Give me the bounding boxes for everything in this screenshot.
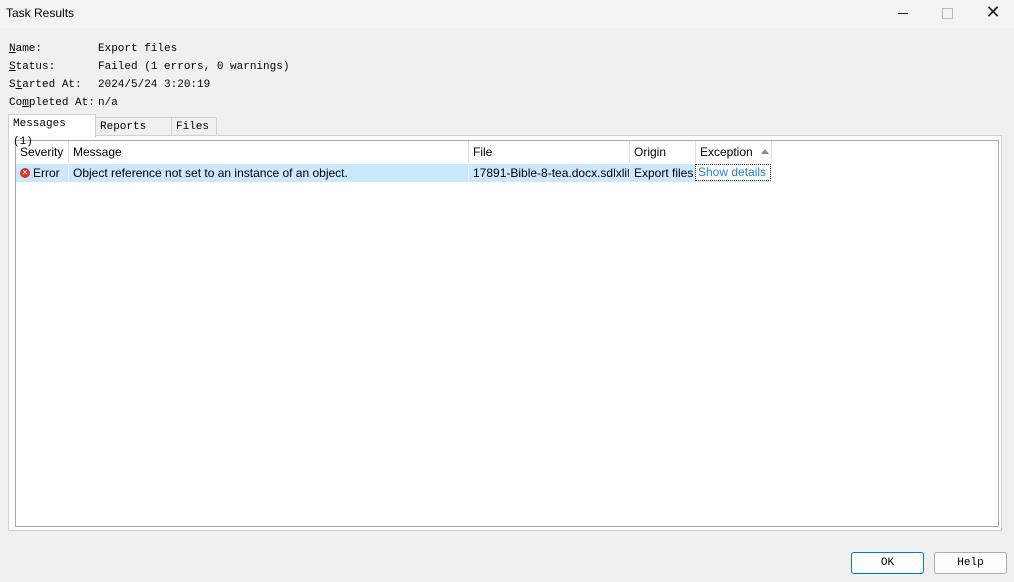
- column-header-file[interactable]: File: [469, 141, 630, 163]
- started-label: Started At:: [9, 79, 82, 91]
- table-row[interactable]: ✕ Error Object reference not set to an in…: [16, 164, 770, 182]
- minimize-button[interactable]: [880, 0, 926, 26]
- maximize-button[interactable]: [924, 0, 970, 26]
- task-info: Name: Export files Status: Failed (1 err…: [9, 40, 289, 112]
- severity-value: Error: [33, 166, 60, 180]
- messages-list[interactable]: Severity Message File Origin Exception ✕…: [15, 140, 999, 527]
- show-details-link[interactable]: Show details: [695, 164, 771, 181]
- tab-reports[interactable]: Reports (0): [95, 117, 172, 151]
- name-value: Export files: [98, 43, 178, 55]
- messages-panel: Severity Message File Origin Exception ✕…: [8, 135, 1002, 531]
- column-header-exception-label: Exception: [700, 145, 753, 159]
- close-icon: ✕: [985, 2, 1001, 23]
- info-row-completed: Completed At: n/a: [9, 94, 289, 112]
- completed-label: Completed At:: [9, 97, 95, 109]
- completed-value: n/a: [98, 97, 118, 109]
- status-value: Failed (1 errors, 0 warnings): [98, 61, 290, 73]
- info-row-started: Started At: 2024/5/24 3:20:19: [9, 76, 289, 94]
- info-row-name: Name: Export files: [9, 40, 289, 58]
- name-label: Name:: [9, 43, 43, 55]
- window-title: Task Results: [6, 6, 75, 20]
- column-header-message[interactable]: Message: [69, 141, 469, 163]
- help-button[interactable]: Help: [934, 552, 1007, 574]
- minimize-icon: [898, 12, 908, 14]
- name-label-rest: ame:: [15, 43, 43, 55]
- close-button[interactable]: ✕: [970, 0, 1014, 26]
- ok-button[interactable]: OK: [851, 552, 924, 574]
- title-bar: Task Results ✕: [0, 0, 1014, 28]
- file-cell: 17891-Bible-8-tea.docx.sdlxliff: [469, 164, 630, 182]
- maximize-icon: [941, 7, 953, 19]
- started-value: 2024/5/24 3:20:19: [98, 79, 211, 91]
- severity-cell: ✕ Error: [16, 164, 69, 182]
- error-icon: ✕: [20, 167, 30, 178]
- tab-messages[interactable]: Messages (1): [8, 114, 96, 148]
- status-label: Status:: [9, 61, 56, 73]
- origin-cell: Export files: [630, 164, 696, 182]
- tab-files[interactable]: Files: [171, 117, 217, 135]
- sort-ascending-icon: [760, 149, 769, 155]
- message-cell: Object reference not set to an instance …: [69, 164, 469, 182]
- column-header-origin[interactable]: Origin: [630, 141, 696, 163]
- column-header-exception[interactable]: Exception: [696, 141, 772, 163]
- info-row-status: Status: Failed (1 errors, 0 warnings): [9, 58, 289, 76]
